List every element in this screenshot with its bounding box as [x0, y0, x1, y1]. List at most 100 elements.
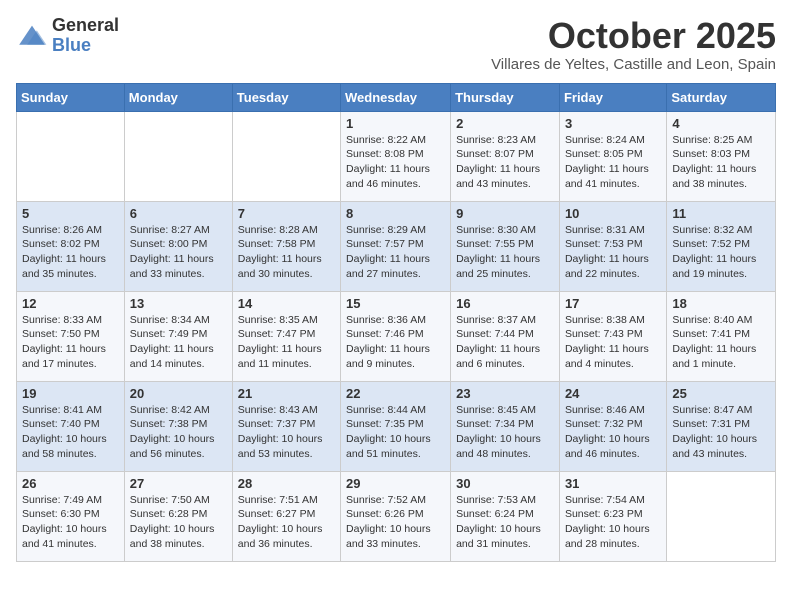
day-cell: 22 Sunrise: 8:44 AMSunset: 7:35 PMDayligh… — [341, 381, 451, 471]
day-info: Sunrise: 8:40 AMSunset: 7:41 PMDaylight:… — [672, 313, 770, 372]
day-info: Sunrise: 8:46 AMSunset: 7:32 PMDaylight:… — [565, 403, 661, 462]
week-row-1: 1 Sunrise: 8:22 AMSunset: 8:08 PMDaylight… — [17, 111, 776, 201]
day-info: Sunrise: 8:47 AMSunset: 7:31 PMDaylight:… — [672, 403, 770, 462]
day-number: 26 — [22, 476, 119, 491]
day-number: 12 — [22, 296, 119, 311]
day-cell — [124, 111, 232, 201]
day-info: Sunrise: 8:23 AMSunset: 8:07 PMDaylight:… — [456, 133, 554, 192]
day-cell: 2 Sunrise: 8:23 AMSunset: 8:07 PMDaylight… — [451, 111, 560, 201]
day-info: Sunrise: 8:31 AMSunset: 7:53 PMDaylight:… — [565, 223, 661, 282]
day-cell: 15Sunrise: 8:36 AMSunset: 7:46 PMDayligh… — [341, 291, 451, 381]
day-cell: 18 Sunrise: 8:40 AMSunset: 7:41 PMDayligh… — [667, 291, 776, 381]
day-number: 18 — [672, 296, 770, 311]
day-cell — [667, 471, 776, 561]
day-number: 15 — [346, 296, 445, 311]
day-cell: 3Sunrise: 8:24 AMSunset: 8:05 PMDaylight… — [559, 111, 666, 201]
day-number: 1 — [346, 116, 445, 131]
day-number: 6 — [130, 206, 227, 221]
day-number: 11 — [672, 206, 770, 221]
day-number: 16 — [456, 296, 554, 311]
day-info: Sunrise: 8:42 AMSunset: 7:38 PMDaylight:… — [130, 403, 227, 462]
day-info: Sunrise: 7:52 AMSunset: 6:26 PMDaylight:… — [346, 493, 445, 552]
day-cell: 29 Sunrise: 7:52 AMSunset: 6:26 PMDayligh… — [341, 471, 451, 561]
day-number: 20 — [130, 386, 227, 401]
day-cell: 11 Sunrise: 8:32 AMSunset: 7:52 PMDayligh… — [667, 201, 776, 291]
day-cell: 12 Sunrise: 8:33 AMSunset: 7:50 PMDayligh… — [17, 291, 125, 381]
day-number: 10 — [565, 206, 661, 221]
week-row-4: 19 Sunrise: 8:41 AMSunset: 7:40 PMDayligh… — [17, 381, 776, 471]
day-info: Sunrise: 8:32 AMSunset: 7:52 PMDaylight:… — [672, 223, 770, 282]
day-info: Sunrise: 8:41 AMSunset: 7:40 PMDaylight:… — [22, 403, 119, 462]
day-cell: 26 Sunrise: 7:49 AMSunset: 6:30 PMDayligh… — [17, 471, 125, 561]
day-cell: 8 Sunrise: 8:29 AMSunset: 7:57 PMDaylight… — [341, 201, 451, 291]
day-cell: 7Sunrise: 8:28 AMSunset: 7:58 PMDaylight… — [232, 201, 340, 291]
day-cell: 21 Sunrise: 8:43 AMSunset: 7:37 PMDayligh… — [232, 381, 340, 471]
day-number: 17 — [565, 296, 661, 311]
day-info: Sunrise: 8:29 AMSunset: 7:57 PMDaylight:… — [346, 223, 445, 282]
day-number: 25 — [672, 386, 770, 401]
day-cell: 24 Sunrise: 8:46 AMSunset: 7:32 PMDayligh… — [559, 381, 666, 471]
day-cell: 16 Sunrise: 8:37 AMSunset: 7:44 PMDayligh… — [451, 291, 560, 381]
day-cell: 31Sunrise: 7:54 AMSunset: 6:23 PMDayligh… — [559, 471, 666, 561]
logo-blue: Blue — [52, 36, 119, 56]
week-row-3: 12 Sunrise: 8:33 AMSunset: 7:50 PMDayligh… — [17, 291, 776, 381]
page-header: General Blue October 2025 Villares de Ye… — [16, 16, 776, 73]
day-info: Sunrise: 8:27 AMSunset: 8:00 PMDaylight:… — [130, 223, 227, 282]
day-number: 23 — [456, 386, 554, 401]
day-number: 22 — [346, 386, 445, 401]
day-number: 13 — [130, 296, 227, 311]
day-cell — [17, 111, 125, 201]
calendar-table: SundayMondayTuesdayWednesdayThursdayFrid… — [16, 83, 776, 562]
day-cell: 20 Sunrise: 8:42 AMSunset: 7:38 PMDayligh… — [124, 381, 232, 471]
col-header-monday: Monday — [124, 83, 232, 111]
month-title: October 2025 — [491, 16, 776, 56]
header-row: SundayMondayTuesdayWednesdayThursdayFrid… — [17, 83, 776, 111]
day-cell: 6 Sunrise: 8:27 AMSunset: 8:00 PMDaylight… — [124, 201, 232, 291]
col-header-tuesday: Tuesday — [232, 83, 340, 111]
col-header-saturday: Saturday — [667, 83, 776, 111]
day-cell: 28 Sunrise: 7:51 AMSunset: 6:27 PMDayligh… — [232, 471, 340, 561]
day-info: Sunrise: 7:54 AMSunset: 6:23 PMDaylight:… — [565, 493, 661, 552]
day-number: 8 — [346, 206, 445, 221]
day-number: 9 — [456, 206, 554, 221]
location-subtitle: Villares de Yeltes, Castille and Leon, S… — [491, 56, 776, 73]
day-cell: 27 Sunrise: 7:50 AMSunset: 6:28 PMDayligh… — [124, 471, 232, 561]
day-cell: 30Sunrise: 7:53 AMSunset: 6:24 PMDayligh… — [451, 471, 560, 561]
day-info: Sunrise: 8:24 AMSunset: 8:05 PMDaylight:… — [565, 133, 661, 192]
day-info: Sunrise: 8:38 AMSunset: 7:43 PMDaylight:… — [565, 313, 661, 372]
day-info: Sunrise: 7:50 AMSunset: 6:28 PMDaylight:… — [130, 493, 227, 552]
day-info: Sunrise: 8:43 AMSunset: 7:37 PMDaylight:… — [238, 403, 335, 462]
day-info: Sunrise: 8:25 AMSunset: 8:03 PMDaylight:… — [672, 133, 770, 192]
day-info: Sunrise: 8:26 AMSunset: 8:02 PMDaylight:… — [22, 223, 119, 282]
day-number: 21 — [238, 386, 335, 401]
day-number: 4 — [672, 116, 770, 131]
col-header-thursday: Thursday — [451, 83, 560, 111]
day-info: Sunrise: 7:49 AMSunset: 6:30 PMDaylight:… — [22, 493, 119, 552]
col-header-sunday: Sunday — [17, 83, 125, 111]
day-info: Sunrise: 8:22 AMSunset: 8:08 PMDaylight:… — [346, 133, 445, 192]
day-number: 7 — [238, 206, 335, 221]
logo-icon — [16, 22, 48, 50]
day-number: 28 — [238, 476, 335, 491]
day-cell: 14Sunrise: 8:35 AMSunset: 7:47 PMDayligh… — [232, 291, 340, 381]
day-cell: 10 Sunrise: 8:31 AMSunset: 7:53 PMDayligh… — [559, 201, 666, 291]
day-cell: 13Sunrise: 8:34 AMSunset: 7:49 PMDayligh… — [124, 291, 232, 381]
day-number: 5 — [22, 206, 119, 221]
day-cell: 1 Sunrise: 8:22 AMSunset: 8:08 PMDaylight… — [341, 111, 451, 201]
day-number: 24 — [565, 386, 661, 401]
week-row-5: 26 Sunrise: 7:49 AMSunset: 6:30 PMDayligh… — [17, 471, 776, 561]
day-info: Sunrise: 8:30 AMSunset: 7:55 PMDaylight:… — [456, 223, 554, 282]
day-info: Sunrise: 8:33 AMSunset: 7:50 PMDaylight:… — [22, 313, 119, 372]
day-cell — [232, 111, 340, 201]
day-cell: 25 Sunrise: 8:47 AMSunset: 7:31 PMDayligh… — [667, 381, 776, 471]
day-cell: 19 Sunrise: 8:41 AMSunset: 7:40 PMDayligh… — [17, 381, 125, 471]
day-info: Sunrise: 8:37 AMSunset: 7:44 PMDaylight:… — [456, 313, 554, 372]
day-number: 2 — [456, 116, 554, 131]
day-info: Sunrise: 7:51 AMSunset: 6:27 PMDaylight:… — [238, 493, 335, 552]
day-number: 29 — [346, 476, 445, 491]
day-info: Sunrise: 8:44 AMSunset: 7:35 PMDaylight:… — [346, 403, 445, 462]
day-cell: 23 Sunrise: 8:45 AMSunset: 7:34 PMDayligh… — [451, 381, 560, 471]
day-info: Sunrise: 8:45 AMSunset: 7:34 PMDaylight:… — [456, 403, 554, 462]
day-number: 27 — [130, 476, 227, 491]
day-number: 19 — [22, 386, 119, 401]
